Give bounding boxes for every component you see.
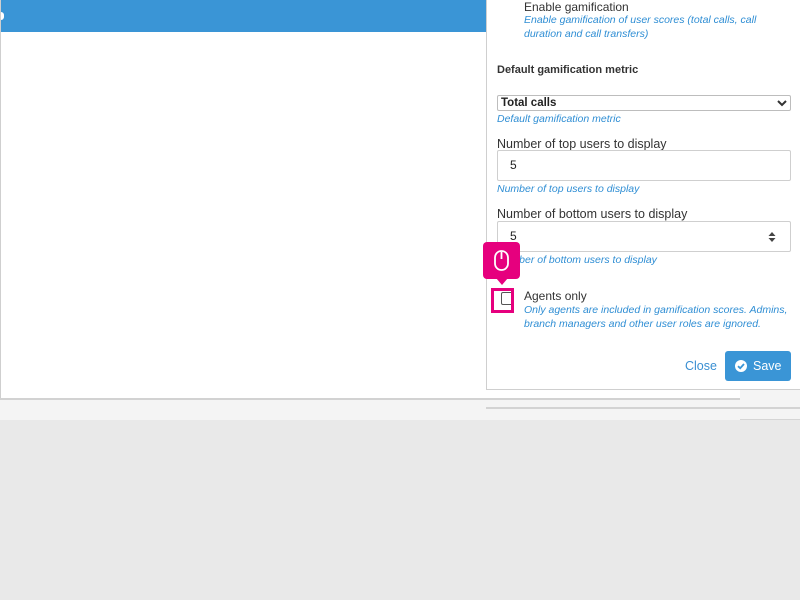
spinner-arrows-icon[interactable]: [768, 232, 776, 242]
default-metric-title: Default gamification metric: [497, 64, 639, 76]
default-metric-selected-value: Total calls: [501, 97, 557, 109]
bottom-strip: [0, 398, 800, 420]
right-strip: [740, 390, 800, 420]
mouse-click-badge: [483, 242, 520, 279]
enable-gamification-label: Enable gamification: [524, 0, 629, 14]
agents-only-help: Only agents are included in gamification…: [524, 304, 788, 330]
divider-line: [486, 407, 800, 409]
bottom-users-input[interactable]: 5: [497, 221, 791, 252]
default-metric-select[interactable]: Total calls: [497, 95, 791, 111]
bottom-users-help: Number of bottom users to display: [497, 254, 657, 266]
close-button[interactable]: Close: [685, 359, 717, 373]
screen: Enable gamification Enable gamification …: [0, 0, 800, 600]
check-circle-icon: [735, 360, 747, 372]
enable-gamification-help: Enable gamification of user scores (tota…: [524, 14, 757, 40]
save-button[interactable]: Save: [725, 351, 791, 381]
header-edge-marker: [1, 12, 4, 20]
bottom-users-value: 5: [510, 229, 517, 243]
click-target-highlight: [491, 288, 514, 313]
highlight-pointer-tail: [496, 278, 508, 285]
chevron-down-icon: [777, 100, 787, 107]
top-users-value: 5: [510, 158, 517, 172]
top-header-bar: [1, 0, 487, 32]
default-metric-help: Default gamification metric: [497, 113, 621, 125]
gamification-settings-panel: Enable gamification Enable gamification …: [486, 0, 800, 390]
bottom-users-label: Number of bottom users to display: [497, 207, 688, 221]
top-users-help: Number of top users to display: [497, 183, 640, 195]
agents-only-label: Agents only: [524, 289, 587, 303]
top-users-input[interactable]: 5: [497, 150, 791, 181]
save-button-label: Save: [753, 359, 782, 373]
mouse-icon: [494, 250, 509, 271]
top-users-label: Number of top users to display: [497, 137, 667, 151]
